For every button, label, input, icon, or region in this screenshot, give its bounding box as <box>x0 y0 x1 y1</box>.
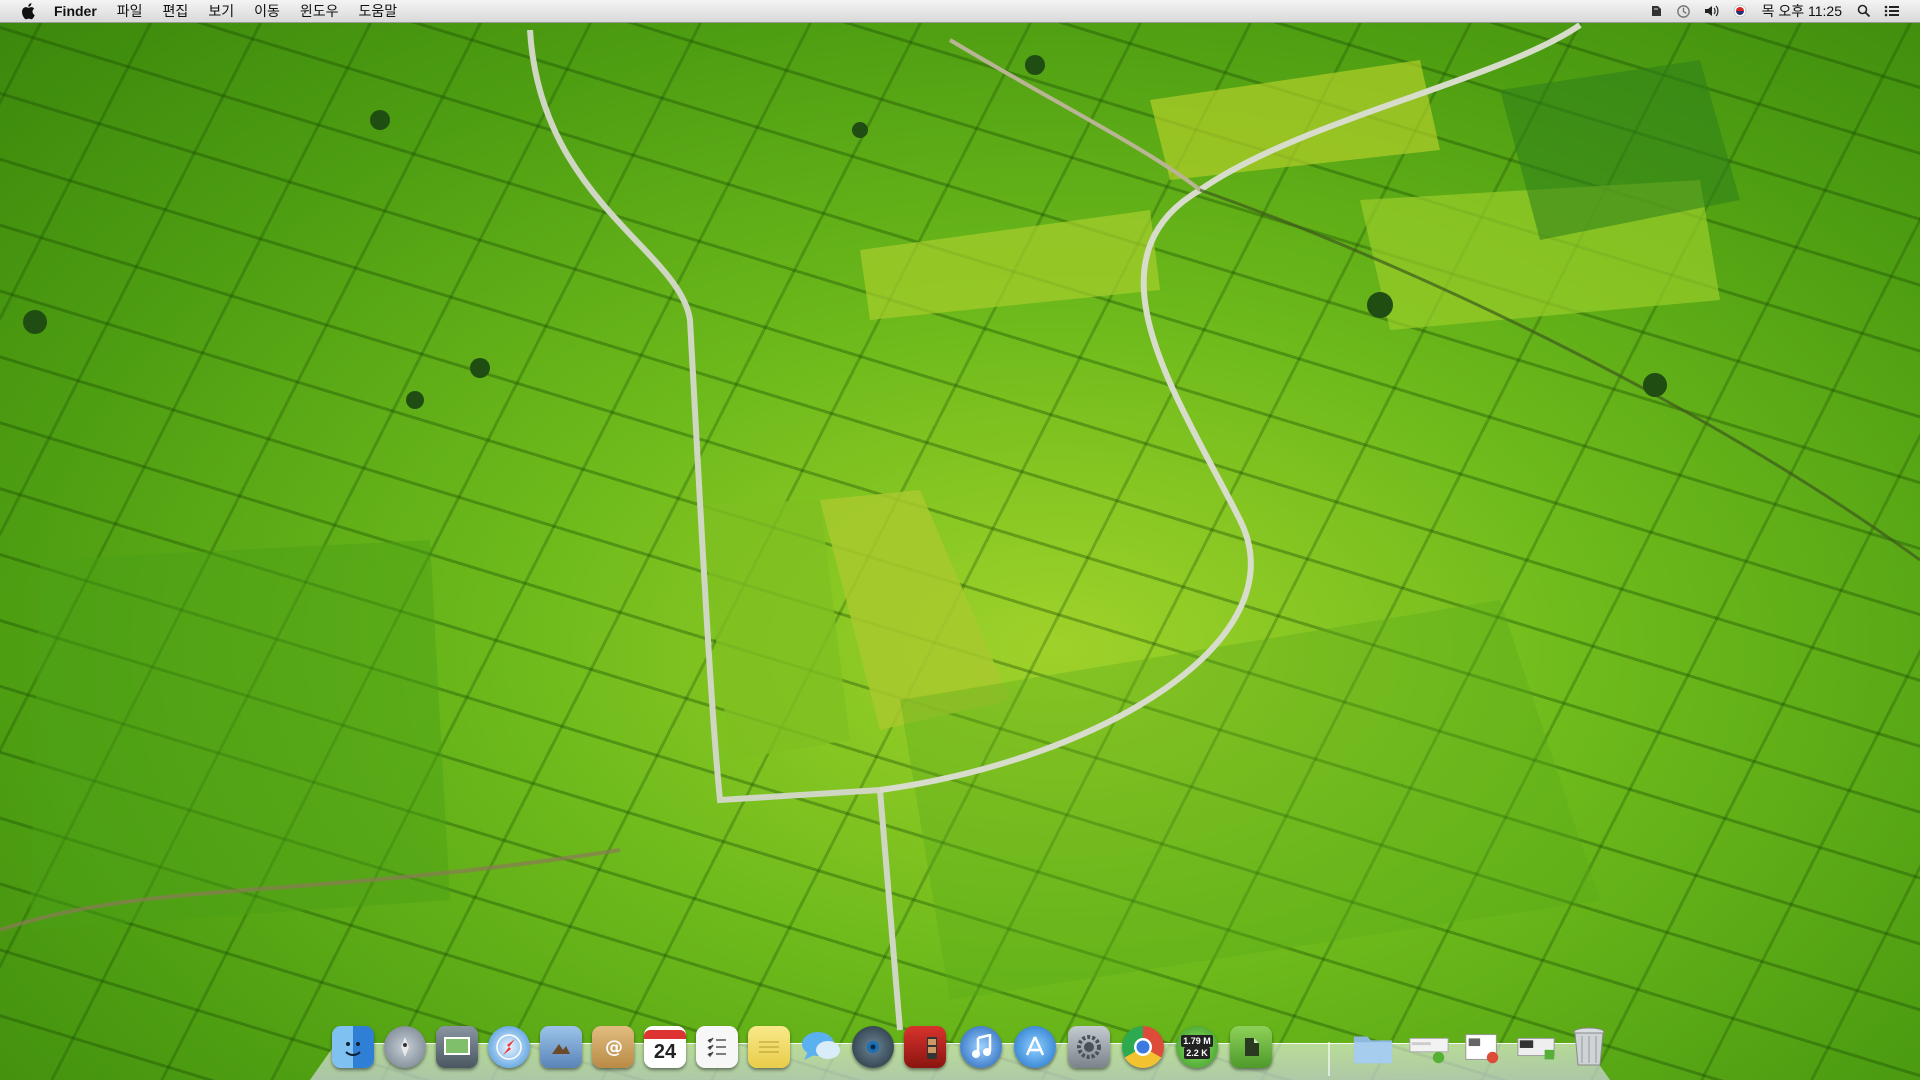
utorrent-upload-rate: 2.2 K <box>1184 1047 1210 1059</box>
downloads-stack-icon[interactable] <box>1406 1024 1452 1070</box>
photo-booth-icon[interactable] <box>902 1024 948 1070</box>
utorrent-icon[interactable]: 1.79 M 2.2 K <box>1174 1024 1220 1070</box>
messages-icon[interactable] <box>798 1024 844 1070</box>
input-source-flag-icon[interactable] <box>1729 0 1751 22</box>
desktop-wallpaper: Finder 파일 편집 보기 이동 윈도우 도움말 목 오후 11:25 @ … <box>0 0 1920 1080</box>
calendar-icon[interactable]: 24 <box>642 1024 688 1070</box>
evernote-icon[interactable] <box>1228 1024 1274 1070</box>
menu-window[interactable]: 윈도우 <box>290 0 349 22</box>
menu-bar: Finder 파일 편집 보기 이동 윈도우 도움말 목 오후 11:25 <box>0 0 1920 23</box>
facetime-icon[interactable] <box>850 1024 896 1070</box>
evernote-icon[interactable] <box>1645 0 1667 22</box>
safari-icon[interactable] <box>486 1024 532 1070</box>
rice-field-wallpaper <box>0 22 1920 1031</box>
time-machine-icon[interactable] <box>1673 0 1695 22</box>
menu-edit[interactable]: 편집 <box>153 0 199 22</box>
dock: @ 24 1.79 M 2.2 K <box>310 1010 1610 1080</box>
screenshots-stack-icon[interactable] <box>1514 1024 1560 1070</box>
dock-separator <box>1328 1042 1330 1076</box>
apple-menu-icon[interactable] <box>20 2 38 20</box>
itunes-icon[interactable] <box>958 1024 1004 1070</box>
system-preferences-icon[interactable] <box>1066 1024 1112 1070</box>
menu-app-finder[interactable]: Finder <box>50 0 107 22</box>
menu-file[interactable]: 파일 <box>107 0 153 22</box>
launchpad-icon[interactable] <box>382 1024 428 1070</box>
app-store-icon[interactable] <box>1012 1024 1058 1070</box>
menubar-clock[interactable]: 목 오후 11:25 <box>1754 1 1850 21</box>
documents-stack-icon[interactable] <box>1460 1024 1506 1070</box>
notification-center-icon[interactable] <box>1881 0 1903 22</box>
notes-icon[interactable] <box>746 1024 792 1070</box>
chrome-icon[interactable] <box>1120 1024 1166 1070</box>
spotlight-icon[interactable] <box>1853 0 1875 22</box>
trash-icon[interactable] <box>1566 1024 1612 1070</box>
finder-icon[interactable] <box>330 1024 376 1070</box>
contacts-icon[interactable]: @ <box>590 1024 636 1070</box>
image-capture-icon[interactable] <box>434 1024 480 1070</box>
menu-go[interactable]: 이동 <box>244 0 290 22</box>
menu-help[interactable]: 도움말 <box>348 0 407 22</box>
menu-view[interactable]: 보기 <box>198 0 244 22</box>
applications-folder-icon[interactable] <box>1350 1024 1396 1070</box>
reminders-icon[interactable] <box>694 1024 740 1070</box>
preview-icon[interactable] <box>538 1024 584 1070</box>
volume-icon[interactable] <box>1701 0 1723 22</box>
svg-text:@: @ <box>605 1037 623 1058</box>
utorrent-download-rate: 1.79 M <box>1181 1035 1213 1047</box>
calendar-day: 24 <box>653 1041 677 1063</box>
